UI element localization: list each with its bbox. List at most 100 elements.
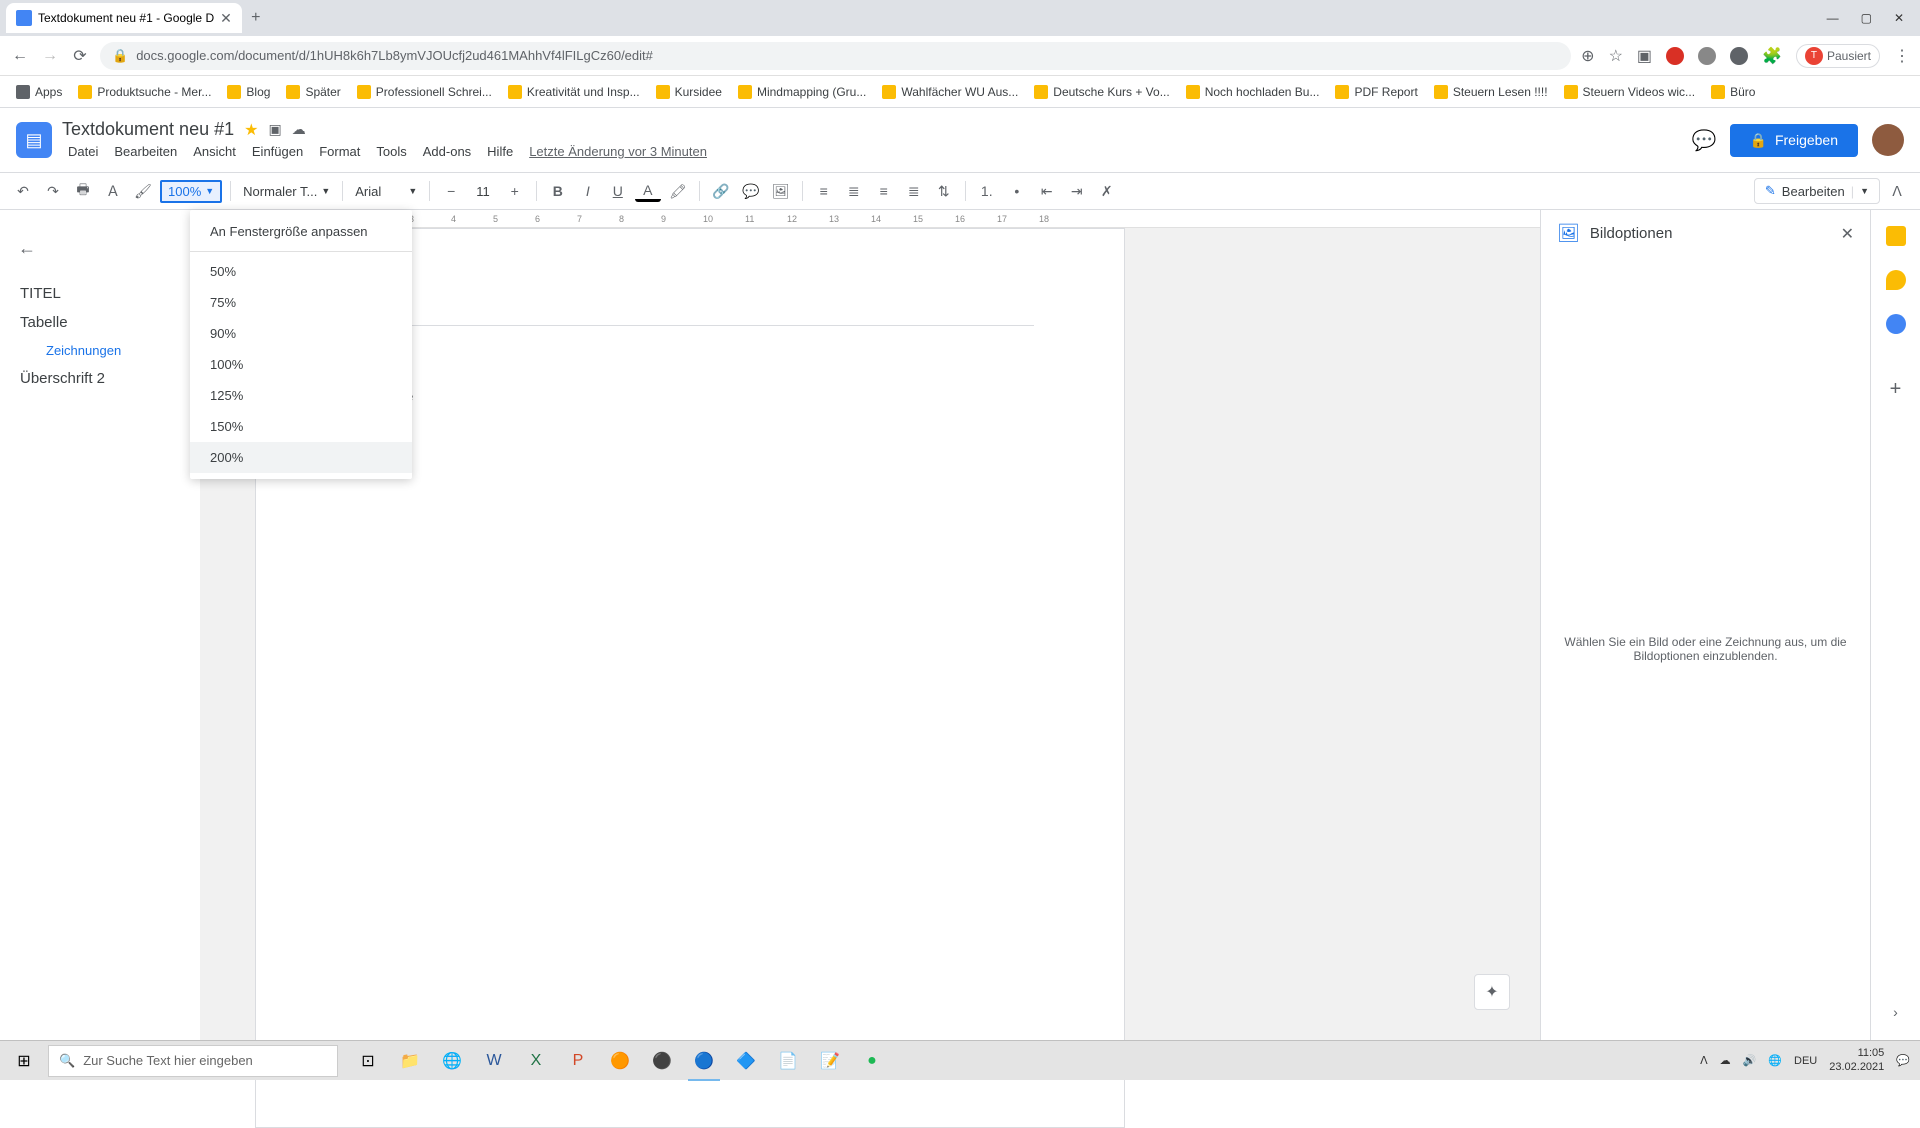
- align-center-button[interactable]: ≣: [841, 178, 867, 204]
- align-left-button[interactable]: ≡: [811, 178, 837, 204]
- edge-icon[interactable]: 🌐: [432, 1041, 472, 1081]
- spotify-icon[interactable]: ●: [852, 1041, 892, 1081]
- menu-bearbeiten[interactable]: Bearbeiten: [108, 142, 183, 161]
- indent-increase-button[interactable]: ⇥: [1064, 178, 1090, 204]
- extension-icon[interactable]: [1666, 47, 1684, 65]
- obs-icon[interactable]: ⚫: [642, 1041, 682, 1081]
- add-addon-button[interactable]: +: [1890, 378, 1902, 401]
- reader-icon[interactable]: ▣: [1637, 46, 1652, 66]
- align-justify-button[interactable]: ≣: [901, 178, 927, 204]
- move-icon[interactable]: ▣: [268, 121, 281, 138]
- tray-chevron-icon[interactable]: ᐱ: [1700, 1054, 1708, 1067]
- outline-item[interactable]: Zeichnungen: [8, 337, 192, 364]
- bookmark-item[interactable]: Produktsuche - Mer...: [72, 81, 217, 103]
- collapse-toolbar-button[interactable]: ᐱ: [1884, 183, 1910, 200]
- line-spacing-button[interactable]: ⇅: [931, 178, 957, 204]
- clock[interactable]: 11:05 23.02.2021: [1829, 1047, 1884, 1073]
- onedrive-icon[interactable]: ☁: [1720, 1054, 1731, 1067]
- zoom-option[interactable]: 75%: [190, 287, 412, 318]
- keep-icon[interactable]: [1886, 270, 1906, 290]
- tab-close-icon[interactable]: ✕: [220, 10, 232, 27]
- font-selector[interactable]: Arial ▼: [351, 182, 421, 201]
- cloud-saved-icon[interactable]: ☁: [292, 121, 306, 138]
- clear-formatting-button[interactable]: ✗: [1094, 178, 1120, 204]
- zoom-option[interactable]: 90%: [190, 318, 412, 349]
- paragraph-style-selector[interactable]: Normaler T... ▼: [239, 182, 334, 201]
- network-icon[interactable]: 🌐: [1768, 1054, 1782, 1067]
- spellcheck-button[interactable]: Ａ: [100, 178, 126, 204]
- word-icon[interactable]: W: [474, 1041, 514, 1081]
- bookmark-item[interactable]: Kursidee: [650, 81, 728, 103]
- comment-button[interactable]: 💬: [738, 178, 764, 204]
- font-size-value[interactable]: 11: [468, 184, 498, 199]
- calendar-icon[interactable]: [1886, 226, 1906, 246]
- chrome-icon[interactable]: 🔵: [684, 1041, 724, 1081]
- notifications-icon[interactable]: 💬: [1896, 1054, 1910, 1067]
- edit-mode-selector[interactable]: ✎ Bearbeiten | ▼: [1754, 178, 1880, 204]
- bold-button[interactable]: B: [545, 178, 571, 204]
- bookmark-item[interactable]: Deutsche Kurs + Vo...: [1028, 81, 1175, 103]
- star-icon[interactable]: ★: [244, 120, 258, 140]
- maximize-button[interactable]: ▢: [1861, 11, 1872, 25]
- docs-logo-icon[interactable]: ▤: [16, 122, 52, 158]
- bookmark-item[interactable]: Noch hochladen Bu...: [1180, 81, 1326, 103]
- excel-icon[interactable]: X: [516, 1041, 556, 1081]
- app-icon[interactable]: 📝: [810, 1041, 850, 1081]
- indent-decrease-button[interactable]: ⇤: [1034, 178, 1060, 204]
- bookmark-item[interactable]: Steuern Videos wic...: [1558, 81, 1702, 103]
- zoom-selector[interactable]: 100% ▼: [160, 180, 222, 203]
- apps-bookmark[interactable]: Apps: [10, 81, 68, 103]
- menu-addons[interactable]: Add-ons: [417, 142, 477, 161]
- task-view-icon[interactable]: ⊡: [348, 1041, 388, 1081]
- comments-icon[interactable]: 💬: [1692, 128, 1716, 152]
- hide-rail-button[interactable]: ›: [1893, 1004, 1898, 1020]
- paint-format-button[interactable]: 🖌: [130, 178, 156, 204]
- back-button[interactable]: ←: [10, 46, 30, 66]
- zoom-option[interactable]: 125%: [190, 380, 412, 411]
- forward-button[interactable]: →: [40, 46, 60, 66]
- zoom-option[interactable]: 100%: [190, 349, 412, 380]
- image-button[interactable]: 🖼: [768, 178, 794, 204]
- menu-datei[interactable]: Datei: [62, 142, 104, 161]
- menu-einfuegen[interactable]: Einfügen: [246, 142, 309, 161]
- app-icon[interactable]: 🟠: [600, 1041, 640, 1081]
- zoom-option[interactable]: 50%: [190, 256, 412, 287]
- italic-button[interactable]: I: [575, 178, 601, 204]
- undo-button[interactable]: ↶: [10, 178, 36, 204]
- url-field[interactable]: 🔒 docs.google.com/document/d/1hUH8k6h7Lb…: [100, 42, 1571, 70]
- bookmark-item[interactable]: Wahlfächer WU Aus...: [876, 81, 1024, 103]
- outline-item[interactable]: TITEL: [8, 279, 192, 308]
- bookmark-item[interactable]: Mindmapping (Gru...: [732, 81, 872, 103]
- windows-search-input[interactable]: 🔍 Zur Suche Text hier eingeben: [48, 1045, 338, 1077]
- redo-button[interactable]: ↷: [40, 178, 66, 204]
- reload-button[interactable]: ⟳: [70, 46, 90, 66]
- menu-hilfe[interactable]: Hilfe: [481, 142, 519, 161]
- zoom-option[interactable]: 150%: [190, 411, 412, 442]
- highlight-button[interactable]: 🖍: [665, 178, 691, 204]
- outline-item[interactable]: Tabelle: [8, 308, 192, 337]
- print-button[interactable]: 🖶: [70, 178, 96, 204]
- minimize-button[interactable]: —: [1827, 11, 1839, 25]
- chrome-menu-icon[interactable]: ⋮: [1894, 46, 1910, 66]
- extension-icon[interactable]: [1730, 47, 1748, 65]
- outline-item[interactable]: Überschrift 2: [8, 364, 192, 393]
- numbered-list-button[interactable]: 1.: [974, 178, 1000, 204]
- sidebar-close-button[interactable]: ✕: [1841, 224, 1854, 244]
- zoom-option[interactable]: 200%: [190, 442, 412, 473]
- outline-back-button[interactable]: ←: [8, 230, 192, 279]
- bookmark-item[interactable]: Büro: [1705, 81, 1761, 103]
- app-icon[interactable]: 📄: [768, 1041, 808, 1081]
- doc-title[interactable]: Textdokument neu #1: [62, 119, 234, 140]
- font-size-increase[interactable]: +: [502, 178, 528, 204]
- profile-paused-button[interactable]: T Pausiert: [1796, 44, 1880, 68]
- bulleted-list-button[interactable]: •: [1004, 178, 1030, 204]
- bookmark-item[interactable]: Professionell Schrei...: [351, 81, 498, 103]
- extensions-menu-icon[interactable]: 🧩: [1762, 46, 1782, 66]
- powerpoint-icon[interactable]: P: [558, 1041, 598, 1081]
- edge-icon[interactable]: 🔷: [726, 1041, 766, 1081]
- explore-button[interactable]: ✦: [1474, 974, 1510, 1010]
- align-right-button[interactable]: ≡: [871, 178, 897, 204]
- window-close-button[interactable]: ✕: [1894, 11, 1904, 25]
- menu-format[interactable]: Format: [313, 142, 366, 161]
- font-size-decrease[interactable]: −: [438, 178, 464, 204]
